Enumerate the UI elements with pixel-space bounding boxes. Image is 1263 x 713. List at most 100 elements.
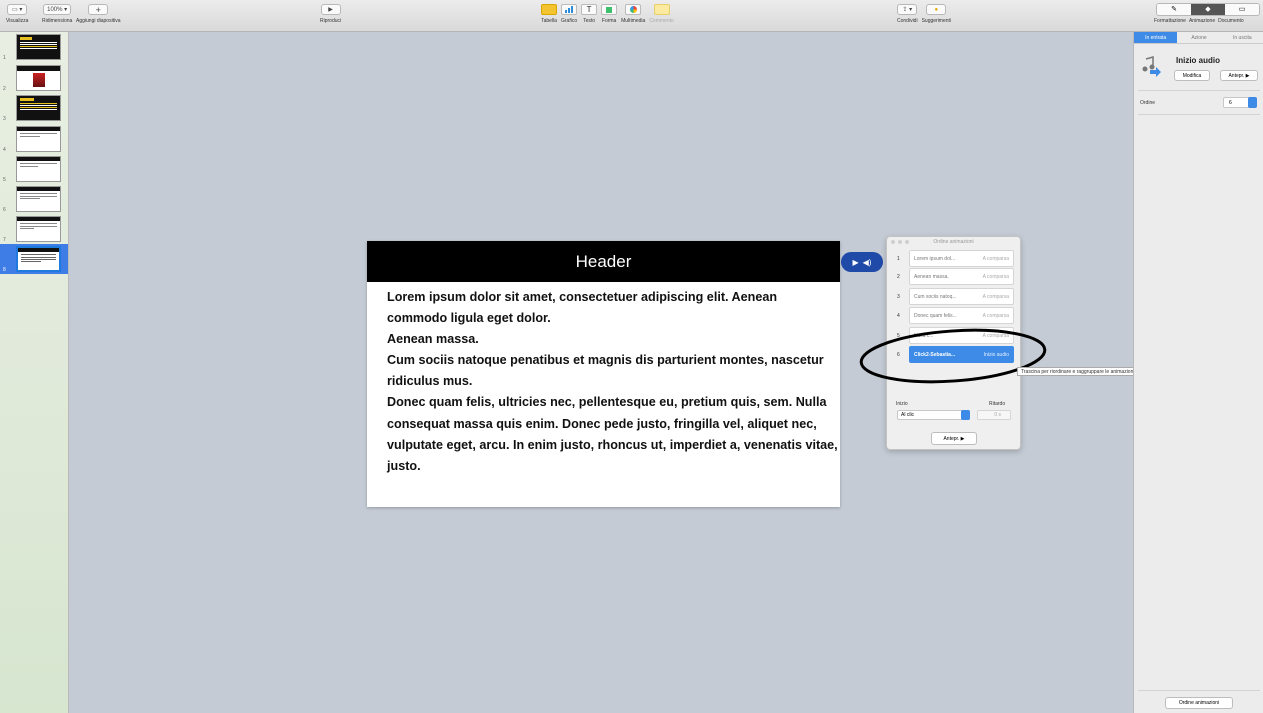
play-button[interactable]: ▶ Riproduci (320, 3, 341, 24)
document-label: Documento (1218, 18, 1244, 24)
slide-canvas[interactable]: Header Lorem ipsum dolor sit amet, conse… (367, 241, 840, 507)
preview-button[interactable]: Antepr. ▶ (1220, 70, 1258, 81)
chart-label: Grafico (561, 18, 578, 24)
tab-build-out[interactable]: In uscita (1221, 32, 1263, 43)
tab-action[interactable]: Azione (1177, 32, 1220, 43)
slide-paragraph: Lorem ipsum dolor sit amet, consectetuer… (387, 290, 778, 326)
tab-build-in[interactable]: In entrata (1134, 32, 1178, 43)
paintbrush-icon: ✎ (1171, 6, 1177, 13)
select-arrows-icon (961, 410, 970, 420)
shape-icon (601, 4, 618, 15)
preview-label: Antepr. ▶ (1228, 72, 1250, 79)
thumb-image (16, 95, 61, 121)
diamond-icon: ◆ (1205, 6, 1211, 13)
slide-number: 7 (3, 237, 6, 243)
effect-title: Inizio audio (1176, 56, 1220, 65)
animation-effect: A comparsa (982, 293, 1009, 300)
comment-icon (653, 4, 670, 15)
thumb-image (16, 34, 61, 60)
inspector-tabs: In entrata Azione In uscita (1134, 32, 1263, 44)
order-select[interactable]: 6 (1223, 97, 1257, 108)
animate-tab-button[interactable]: ◆ (1191, 4, 1225, 15)
animation-order-label: Ordine animazioni (1178, 700, 1220, 706)
close-window-icon[interactable] (891, 240, 895, 244)
add-slide-button[interactable]: + Aggiungi diapositiva (76, 3, 120, 24)
comment-button[interactable]: Commento (649, 3, 674, 24)
format-tab-button[interactable]: ✎ (1157, 4, 1191, 15)
zoom-window-icon[interactable] (905, 240, 909, 244)
slide-header-text: Header (575, 251, 632, 271)
animation-name: Aenean massa. (914, 273, 949, 280)
slide-header[interactable]: Header (367, 241, 840, 282)
panel-titlebar: Ordine animazioni (887, 237, 1020, 247)
delay-label: Ritardo (989, 401, 1006, 407)
audio-object[interactable]: ▶ ◀) (841, 252, 883, 272)
slide-paragraph: Cum sociis natoque penatibus et magnis d… (387, 353, 824, 389)
thumb-image (16, 186, 61, 212)
animation-item[interactable]: 2 Aenean massa. A comparsa (891, 268, 1014, 285)
play-icon: ▶ (852, 257, 859, 267)
table-button[interactable]: Tabella (541, 3, 557, 24)
view-button[interactable]: ▭ ▾ Visualizza (6, 3, 28, 24)
document-tab-button[interactable]: ▭ (1225, 4, 1259, 15)
add-slide-label: Aggiungi diapositiva (76, 18, 121, 24)
animation-name: Cum sociis natoq... (914, 293, 957, 300)
media-label: Multimedia (621, 18, 646, 24)
animation-number: 3 (897, 294, 900, 300)
slide-thumbnail-selected[interactable]: 8 (0, 244, 68, 274)
highlight-ellipse (859, 328, 1047, 384)
share-icon: ⇪ ▾ (897, 4, 918, 15)
slide-number: 5 (3, 177, 6, 183)
slide-thumbnail[interactable]: 2 (0, 65, 68, 93)
slide-body-text[interactable]: Lorem ipsum dolor sit amet, consectetuer… (367, 282, 840, 477)
tips-button[interactable]: ● Suggerimenti (922, 3, 951, 24)
animation-item[interactable]: 1 Lorem ipsum dol... A comparsa (891, 250, 1014, 267)
divider (1138, 114, 1260, 115)
delay-stepper[interactable]: 0 s (977, 410, 1011, 420)
preview-label: Antepr. ▶ (943, 435, 965, 442)
format-label: Formattazione (1154, 18, 1186, 24)
slide-thumbnail[interactable]: 7 (0, 216, 68, 244)
thumb-image (16, 246, 61, 272)
chart-button[interactable]: Grafico (561, 3, 577, 24)
delay-value: 0 s (994, 412, 1001, 418)
speaker-icon: ◀) (862, 257, 872, 267)
slide-thumbnail[interactable]: 3 (0, 95, 68, 123)
animation-name: Donec quam felis... (914, 312, 957, 319)
edit-button[interactable]: Modifica (1174, 70, 1210, 81)
animation-name: Lorem ipsum dol... (914, 255, 956, 262)
thumb-image (16, 156, 61, 182)
minimize-window-icon[interactable] (898, 240, 902, 244)
slide-paragraph: Donec quam felis, ultricies nec, pellent… (387, 395, 838, 473)
divider (1138, 690, 1260, 691)
animation-order-button[interactable]: Ordine animazioni (1165, 697, 1233, 709)
zoom-control[interactable]: 100% ▾ Ridimensiona (42, 3, 72, 24)
start-label: Inizio (896, 401, 908, 407)
share-button[interactable]: ⇪ ▾ Condividi (897, 3, 918, 24)
animation-item[interactable]: 3 Cum sociis natoq... A comparsa (891, 288, 1014, 305)
animation-number: 2 (897, 274, 900, 280)
animate-label: Animazione (1188, 18, 1216, 24)
music-note-icon (1142, 56, 1162, 78)
start-value: Al clic (901, 412, 915, 418)
shape-button[interactable]: Forma (601, 3, 618, 24)
animation-number: 4 (897, 313, 900, 319)
animation-number: 1 (897, 256, 900, 262)
lightbulb-icon: ● (926, 4, 947, 15)
slide-thumbnail[interactable]: 5 (0, 156, 68, 184)
slide-thumbnail[interactable]: 6 (0, 186, 68, 214)
slide-number: 2 (3, 86, 6, 92)
media-icon (625, 4, 642, 15)
order-label: Ordine (1140, 100, 1156, 106)
preview-button[interactable]: Antepr. ▶ (931, 432, 977, 445)
slide-thumbnail[interactable]: 4 (0, 126, 68, 154)
start-select[interactable]: Al clic (897, 410, 970, 420)
zoom-select[interactable]: 100% ▾ (43, 4, 72, 15)
thumb-image (16, 65, 61, 91)
animation-item[interactable]: 4 Donec quam felis... A comparsa (891, 307, 1014, 324)
media-button[interactable]: Multimedia (621, 3, 645, 24)
panel-title: Ordine animazioni (933, 239, 974, 245)
slide-thumbnail[interactable]: 1 (0, 34, 68, 62)
document-icon: ▭ (1238, 6, 1246, 13)
text-button[interactable]: T Testo (581, 3, 598, 24)
